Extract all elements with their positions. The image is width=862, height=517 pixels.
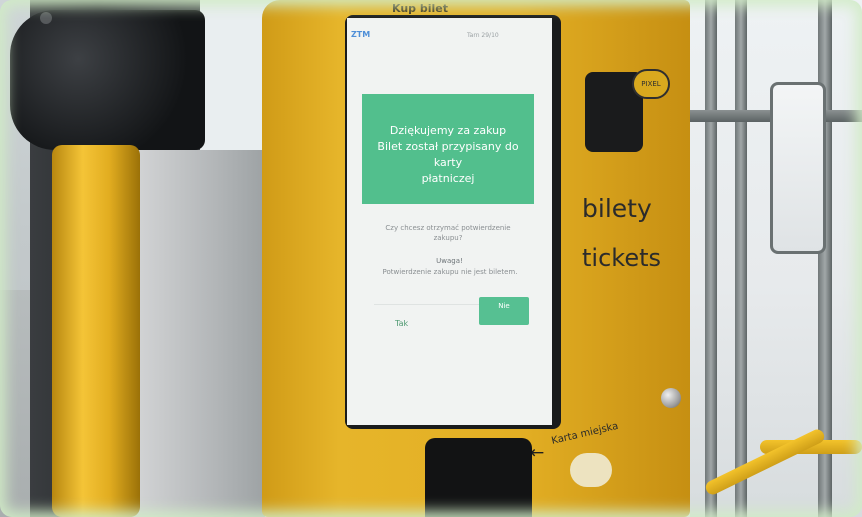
validator-housing <box>10 10 205 150</box>
button-no[interactable]: Tak <box>395 319 425 333</box>
card-reader-slot[interactable] <box>425 438 532 517</box>
round-button[interactable] <box>661 388 681 408</box>
screen-header-info: Tarn 29/10 <box>467 32 499 39</box>
window-frame-middle <box>735 0 747 517</box>
arrow-left-icon: ← <box>530 443 545 463</box>
bus-ticket-machine-scene: Kup bilet PIXEL bilety tickets ZTM Tarn … <box>0 0 862 517</box>
confirmation-question: Czy chcesz otrzymać potwierdzenie zakupu… <box>385 224 511 242</box>
button-yes[interactable]: Nie <box>479 297 529 325</box>
window-pane <box>770 82 826 254</box>
success-banner: Dziękujemy za zakup Bilet został przypis… <box>362 94 534 204</box>
window-frame-left <box>705 0 717 517</box>
screen-header-logo: ZTM <box>351 30 371 39</box>
warning-title: Uwaga! <box>436 257 463 265</box>
nfc-card-icon <box>570 453 612 487</box>
screw-icon <box>40 12 52 24</box>
brand-badge: PIXEL <box>632 69 670 99</box>
yellow-pole <box>52 145 140 517</box>
sign-tickets: tickets <box>582 244 661 272</box>
success-line-3: płatniczej <box>421 172 475 185</box>
screen: ZTM Tarn 29/10 Dziękujemy za zakup Bilet… <box>347 18 552 425</box>
warning-text: Potwierdzenie zakupu nie jest biletem. <box>382 268 518 276</box>
sign-bilety: bilety <box>582 194 652 223</box>
success-line-2: Bilet został przypisany do karty <box>377 140 519 169</box>
left-side-panel <box>120 150 265 517</box>
success-line-1: Dziękujemy za zakup <box>389 124 507 137</box>
